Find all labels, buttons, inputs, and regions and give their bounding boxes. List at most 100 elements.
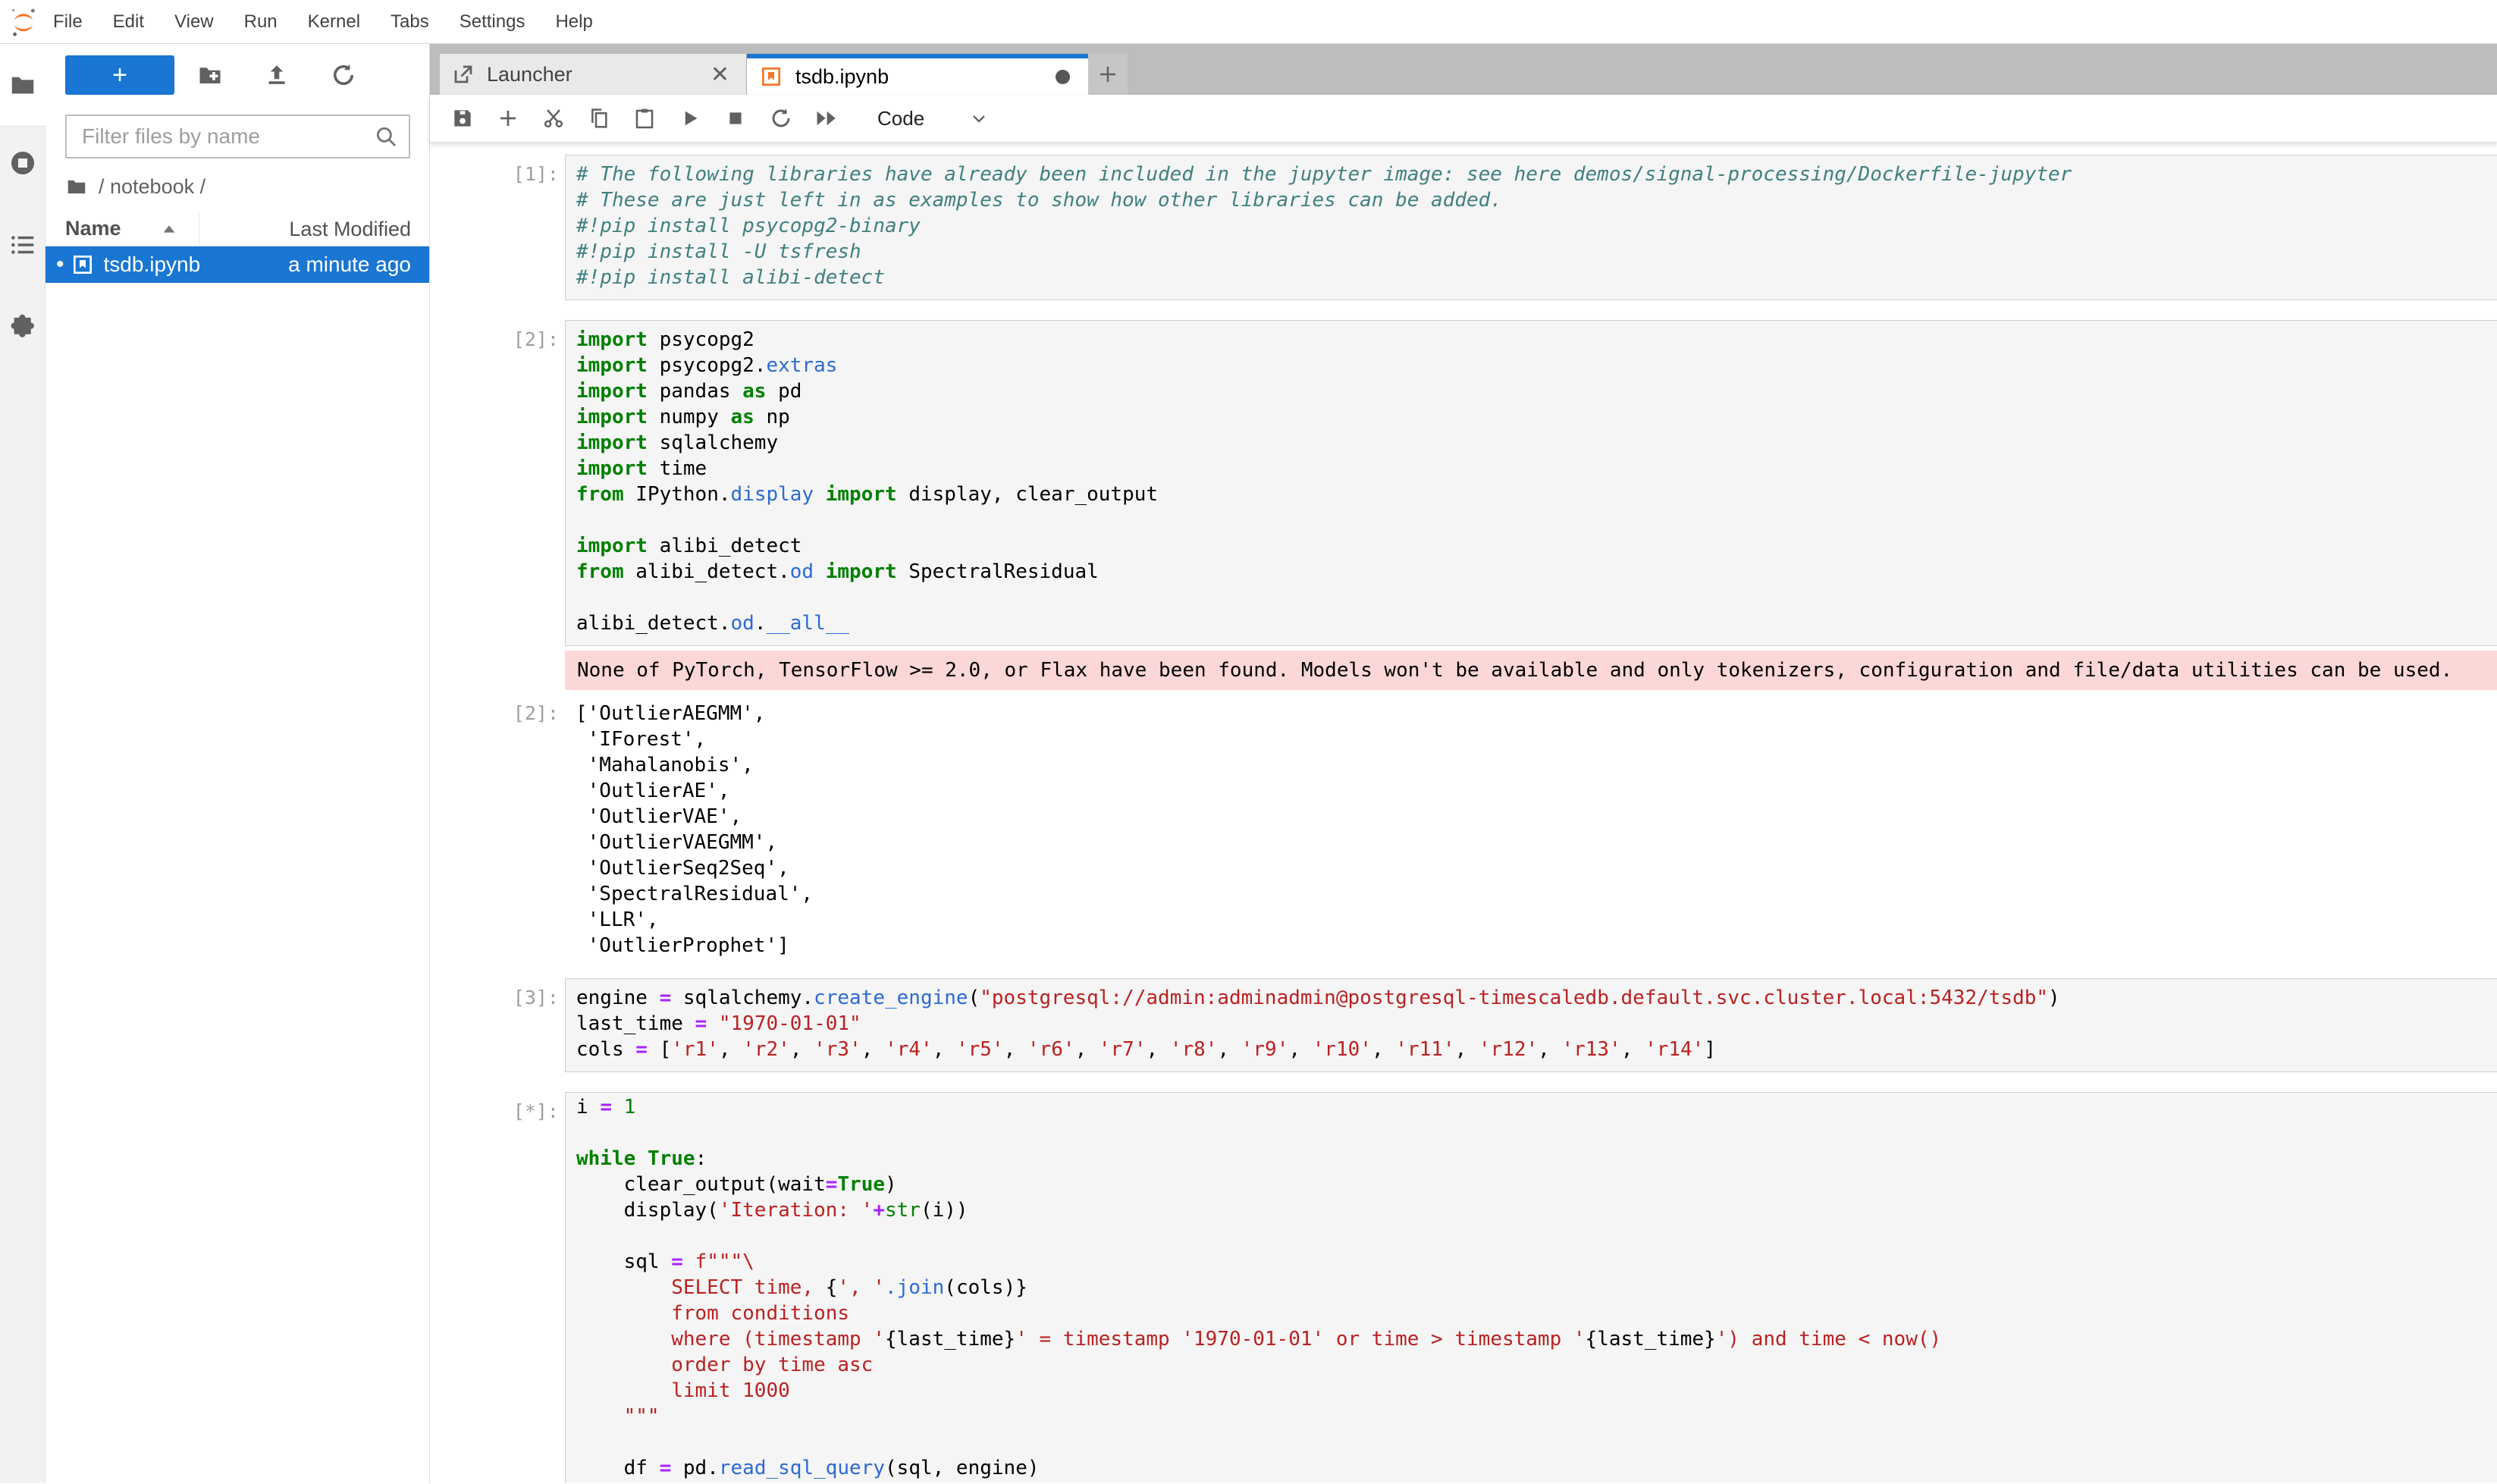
file-browser-toolbar: +: [45, 55, 429, 95]
menu-item-run[interactable]: Run: [229, 11, 293, 33]
menu-item-tabs[interactable]: Tabs: [375, 11, 444, 33]
notebook-toolbar: Code: [430, 95, 2497, 143]
paste-cells-button[interactable]: [632, 105, 657, 131]
menu-bar: FileEditViewRunKernelTabsSettingsHelp: [0, 0, 2497, 44]
new-launcher-button[interactable]: +: [65, 55, 174, 95]
output-line: 'OutlierSeq2Seq',: [576, 855, 2497, 881]
refresh-icon[interactable]: [328, 59, 359, 91]
cell-output-row: [2]:['OutlierAEGMM', 'IForest', 'Mahalan…: [430, 701, 2497, 958]
file-name: tsdb.ipynb: [104, 253, 289, 277]
stop-circle-icon[interactable]: [8, 149, 37, 177]
new-folder-icon[interactable]: [194, 59, 226, 91]
cell-input-row: [2]:import psycopg2import psycopg2.extra…: [430, 320, 2497, 646]
column-header-name[interactable]: Name: [45, 217, 199, 240]
folder-icon[interactable]: [8, 71, 37, 99]
output-line: 'OutlierAE',: [576, 778, 2497, 804]
code-line: clear_output(wait=True): [576, 1172, 2497, 1197]
cell-editor[interactable]: import psycopg2import psycopg2.extrasimp…: [565, 320, 2497, 646]
notebook-icon: [759, 64, 783, 89]
new-tab-button[interactable]: [1088, 54, 1128, 95]
save-button[interactable]: [450, 105, 475, 131]
file-browser-panel: +: [45, 44, 430, 1483]
stderr-text: None of PyTorch, TensorFlow >= 2.0, or F…: [577, 657, 2497, 683]
input-prompt: [1]:: [430, 155, 565, 300]
menu-items: FileEditViewRunKernelTabsSettingsHelp: [38, 11, 608, 33]
output-prompt: [2]:: [430, 701, 565, 958]
code-line: [576, 507, 2497, 533]
output-line: 'SpectralResidual',: [576, 881, 2497, 907]
launcher-icon: [452, 63, 475, 86]
code-line: import pandas as pd: [576, 378, 2497, 404]
unsaved-changes-dot[interactable]: [1056, 70, 1070, 84]
close-icon[interactable]: ✕: [706, 61, 734, 88]
code-line: last_time = "1970-01-01": [576, 1011, 2497, 1037]
notebook-cell-3: [3]:engine = sqlalchemy.create_engine("p…: [430, 978, 2497, 1072]
code-line: limit 1000: [576, 1378, 2497, 1404]
cell-type-dropdown[interactable]: Code: [877, 107, 990, 130]
code-line: order by time asc: [576, 1352, 2497, 1378]
cell-editor[interactable]: engine = sqlalchemy.create_engine("postg…: [565, 978, 2497, 1072]
code-line: df = pd.read_sql_query(sql, engine): [576, 1455, 2497, 1481]
menu-item-view[interactable]: View: [159, 11, 229, 33]
menu-item-edit[interactable]: Edit: [98, 11, 159, 33]
cut-cells-button[interactable]: [541, 105, 566, 131]
menu-item-file[interactable]: File: [38, 11, 98, 33]
sort-ascending-icon: [161, 223, 177, 235]
code-line: import alibi_detect: [576, 533, 2497, 559]
left-sidebar-strip: [0, 44, 45, 1483]
chevron-down-icon: [968, 108, 990, 129]
code-line: import time: [576, 456, 2497, 482]
breadcrumb[interactable]: / notebook /: [65, 175, 429, 198]
restart-run-all-button[interactable]: [814, 105, 839, 131]
code-line: from alibi_detect.od import SpectralResi…: [576, 559, 2497, 585]
dock-tab-bar: Launcher ✕ tsdb.ipynb: [430, 44, 2497, 95]
copy-cells-button[interactable]: [586, 105, 612, 131]
code-line: while True:: [576, 1146, 2497, 1172]
menu-item-kernel[interactable]: Kernel: [293, 11, 375, 33]
file-modified: a minute ago: [288, 253, 429, 277]
menu-item-settings[interactable]: Settings: [444, 11, 541, 33]
list-icon[interactable]: [8, 231, 37, 259]
output-line: 'LLR',: [576, 907, 2497, 933]
add-cell-button[interactable]: [495, 105, 521, 131]
output-line: 'OutlierVAEGMM',: [576, 830, 2497, 855]
cell-type-value: Code: [877, 107, 924, 130]
stop-kernel-button[interactable]: [723, 105, 748, 131]
output-line: 'IForest',: [576, 726, 2497, 752]
breadcrumb-path: / notebook /: [99, 175, 205, 199]
code-line: alibi_detect.od.__all__: [576, 610, 2497, 636]
tab-launcher[interactable]: Launcher ✕: [440, 54, 747, 95]
puzzle-icon[interactable]: [8, 312, 37, 340]
column-header-modified[interactable]: Last Modified: [199, 212, 429, 246]
stderr-output: None of PyTorch, TensorFlow >= 2.0, or F…: [565, 651, 2497, 690]
run-cell-button[interactable]: [677, 105, 703, 131]
file-filter-input[interactable]: [65, 115, 410, 158]
notebook-scroll-area[interactable]: [1]:# The following libraries have alrea…: [430, 143, 2497, 1483]
cell-input-row: [1]:# The following libraries have alrea…: [430, 155, 2497, 300]
tab-label: Launcher: [487, 63, 572, 86]
restart-kernel-button[interactable]: [768, 105, 794, 131]
upload-icon[interactable]: [261, 59, 293, 91]
code-line: """: [576, 1404, 2497, 1429]
cell-editor[interactable]: # The following libraries have already b…: [565, 155, 2497, 300]
notebook-cells: [1]:# The following libraries have alrea…: [430, 155, 2497, 1483]
output-line: 'OutlierProphet']: [576, 933, 2497, 958]
jupyter-logo-icon: [9, 6, 38, 38]
code-line: [576, 1120, 2497, 1146]
input-prompt: [2]:: [430, 320, 565, 646]
code-line: SELECT time, {', '.join(cols)}: [576, 1275, 2497, 1300]
tab-label: tsdb.ipynb: [795, 65, 889, 89]
code-line: # These are just left in as examples to …: [576, 187, 2497, 213]
search-icon: [373, 124, 399, 149]
file-filter-wrap: [65, 115, 409, 158]
menu-item-help[interactable]: Help: [540, 11, 607, 33]
notebook-file-icon: [71, 253, 95, 277]
plus-icon: [1096, 63, 1119, 86]
notebook-cell-1: [1]:# The following libraries have alrea…: [430, 155, 2497, 300]
cell-editor[interactable]: i = 1while True: clear_output(wait=True)…: [565, 1092, 2497, 1483]
file-row-tsdb[interactable]: • tsdb.ipynb a minute ago: [45, 246, 429, 283]
tab-notebook-tsdb[interactable]: tsdb.ipynb: [747, 54, 1088, 95]
code-line: import sqlalchemy: [576, 430, 2497, 456]
home-folder-icon: [65, 175, 88, 198]
input-prompt: [*]:: [430, 1092, 565, 1483]
